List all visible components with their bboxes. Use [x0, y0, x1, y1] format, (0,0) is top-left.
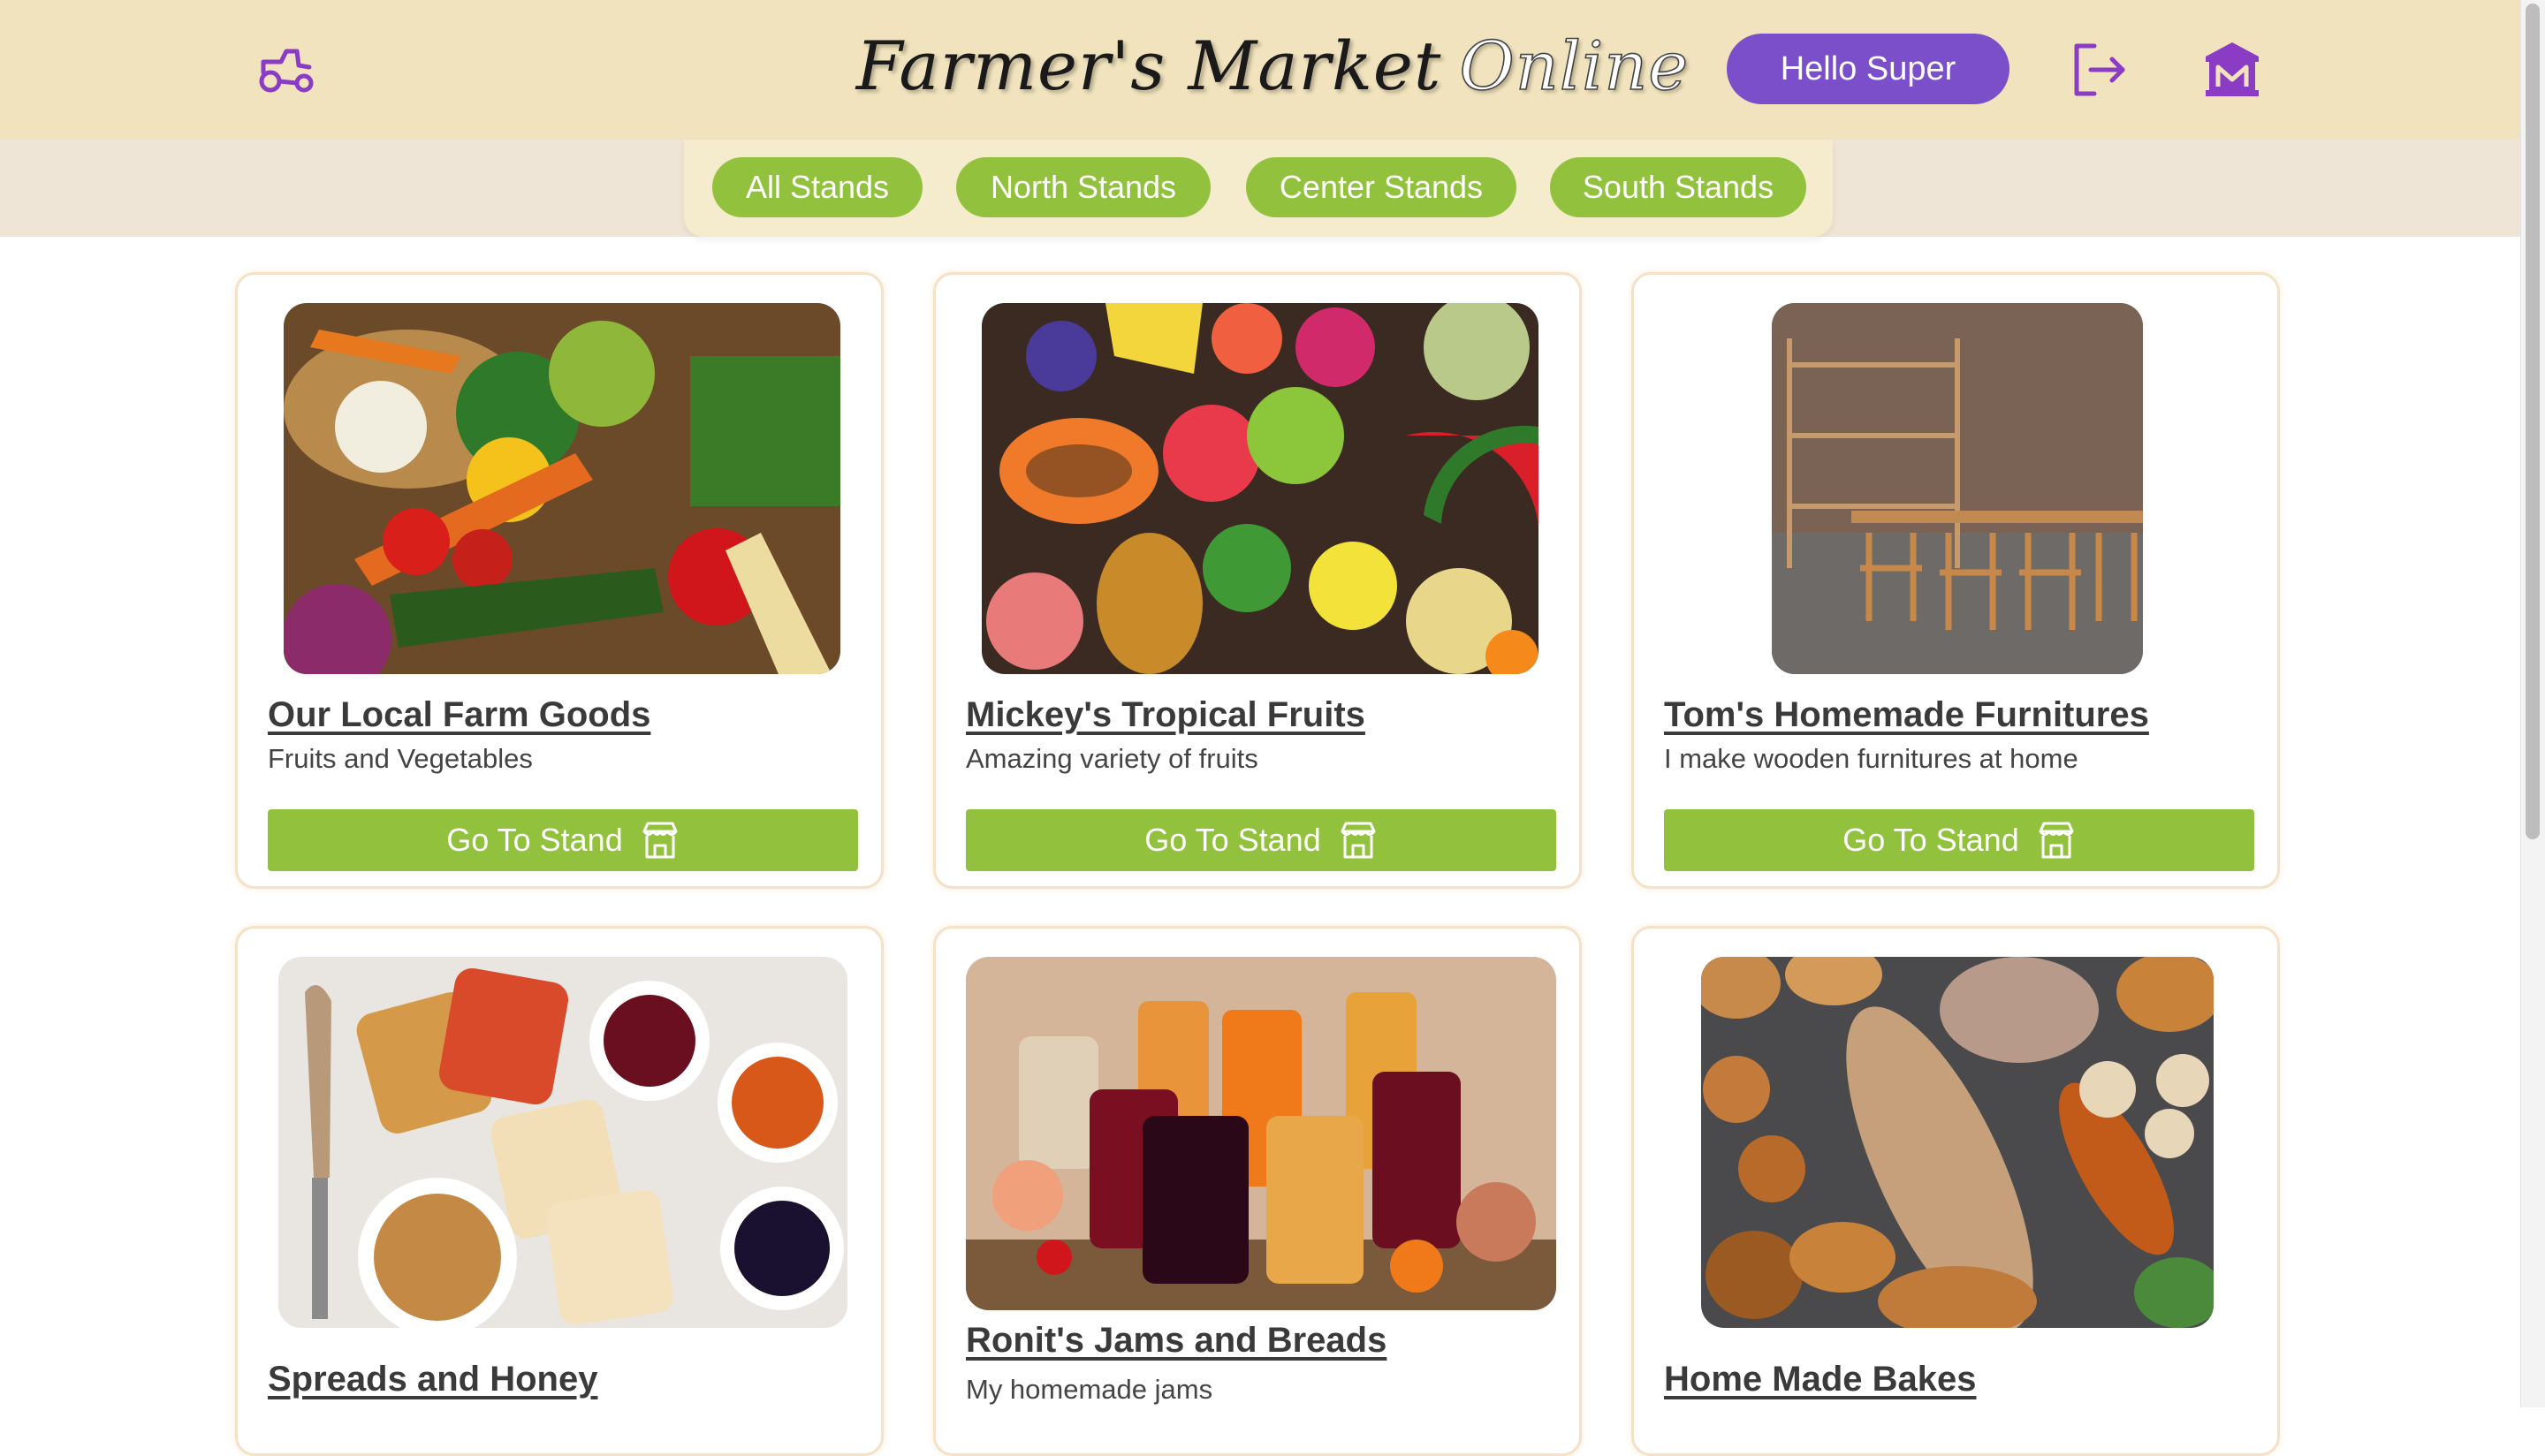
stand-title[interactable]: Tom's Homemade Furnitures: [1664, 695, 2149, 735]
go-to-stand-button[interactable]: Go To Stand: [1664, 809, 2254, 871]
tab-north-stands[interactable]: North Stands: [956, 157, 1211, 217]
stand-card: Spreads and Honey: [235, 926, 884, 1456]
site-title-accent: Online: [1459, 26, 1690, 106]
bakes-photo: [1701, 957, 2214, 1328]
jams-photo: [966, 957, 1556, 1310]
tropical-fruits-photo: [982, 303, 1538, 674]
go-to-stand-button[interactable]: Go To Stand: [966, 809, 1556, 871]
stand-card: Mickey's Tropical Fruits Amazing variety…: [933, 272, 1582, 889]
stand-title[interactable]: Spreads and Honey: [268, 1360, 597, 1399]
stand-title[interactable]: Mickey's Tropical Fruits: [966, 695, 1365, 735]
vegetables-photo: [284, 303, 840, 674]
stand-filter-nav: All Stands North Stands Center Stands So…: [684, 140, 1833, 237]
market-building-icon[interactable]: [2204, 41, 2260, 97]
storefront-icon: [2039, 822, 2074, 859]
storefront-icon: [1341, 822, 1376, 859]
go-to-stand-button[interactable]: Go To Stand: [268, 809, 858, 871]
stand-title[interactable]: Home Made Bakes: [1664, 1360, 1976, 1399]
site-title: Farmer's Market Online: [0, 18, 2545, 115]
header-bar: Farmer's Market Online Hello Super: [0, 0, 2545, 140]
go-to-stand-label: Go To Stand: [1144, 822, 1321, 858]
stand-description: Amazing variety of fruits: [966, 743, 1258, 774]
tab-all-stands[interactable]: All Stands: [712, 157, 923, 217]
storefront-icon: [642, 822, 678, 859]
stand-card: Our Local Farm Goods Fruits and Vegetabl…: [235, 272, 884, 889]
logout-icon[interactable]: [2071, 42, 2128, 97]
tab-center-stands[interactable]: Center Stands: [1246, 157, 1516, 217]
stand-title[interactable]: Our Local Farm Goods: [268, 695, 650, 735]
stand-description: My homemade jams: [966, 1374, 1213, 1405]
go-to-stand-label: Go To Stand: [446, 822, 623, 858]
spreads-photo: [278, 957, 847, 1328]
tab-south-stands[interactable]: South Stands: [1550, 157, 1806, 217]
user-greeting-button[interactable]: Hello Super: [1727, 34, 2009, 104]
stand-card: Home Made Bakes: [1631, 926, 2280, 1456]
stand-description: I make wooden furnitures at home: [1664, 743, 2078, 774]
go-to-stand-label: Go To Stand: [1842, 822, 2019, 858]
stand-card: Ronit's Jams and Breads My homemade jams: [933, 926, 1582, 1456]
stand-card: Tom's Homemade Furnitures I make wooden …: [1631, 272, 2280, 889]
stand-title[interactable]: Ronit's Jams and Breads: [966, 1321, 1386, 1361]
scrollbar-thumb[interactable]: [2526, 4, 2540, 839]
wooden-furniture-photo: [1772, 303, 2143, 674]
stand-description: Fruits and Vegetables: [268, 743, 533, 774]
site-title-main: Farmer's Market: [855, 27, 1442, 105]
